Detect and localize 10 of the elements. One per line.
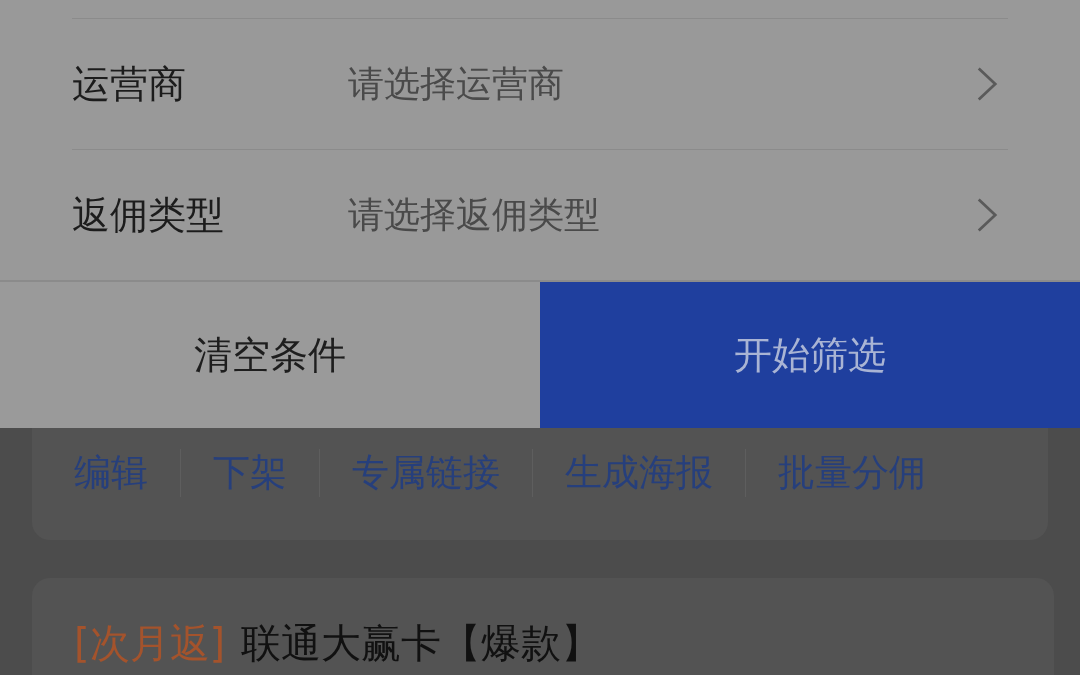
field-label: 运营商 bbox=[72, 60, 187, 108]
product-title: 联通大赢卡【爆款】 bbox=[241, 619, 602, 668]
select-field[interactable]: 请选择运营商 bbox=[348, 59, 976, 109]
chevron-right-icon bbox=[976, 66, 998, 102]
clear-button[interactable]: 清空条件 bbox=[0, 282, 540, 428]
chevron-right-icon bbox=[976, 197, 998, 233]
field-label: 返佣类型 bbox=[72, 191, 225, 239]
filter-button[interactable]: 开始筛选 bbox=[540, 282, 1080, 428]
rebate-tag: [次月返] bbox=[74, 616, 226, 671]
select-field[interactable]: 请选择返佣类型 bbox=[348, 190, 976, 240]
